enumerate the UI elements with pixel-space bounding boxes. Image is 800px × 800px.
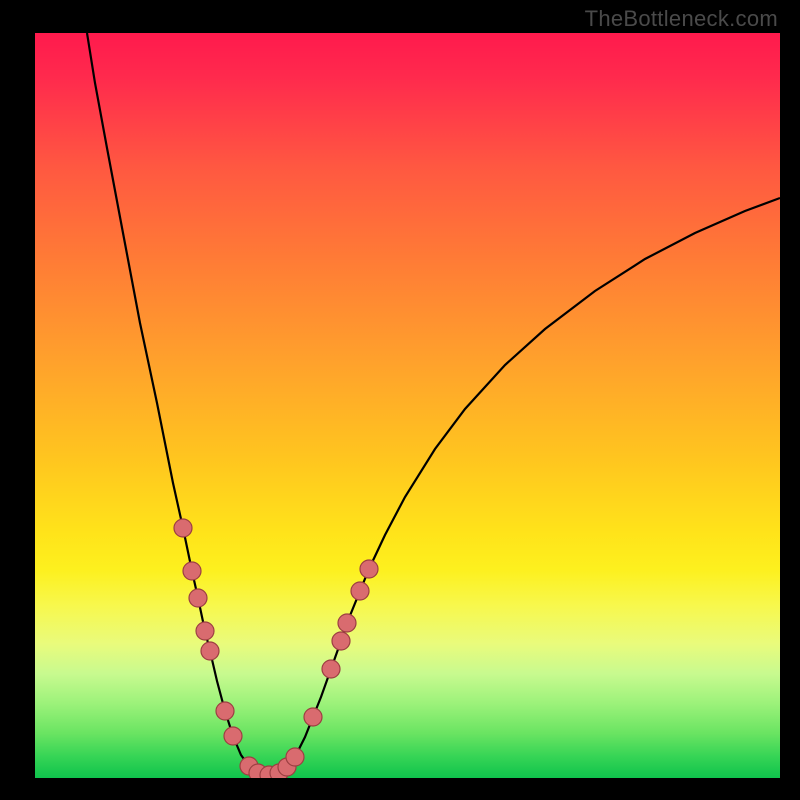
chart-container: TheBottleneck.com <box>0 0 800 800</box>
curve-marker <box>174 519 192 537</box>
curve-marker <box>183 562 201 580</box>
curve-marker <box>360 560 378 578</box>
curve-marker <box>338 614 356 632</box>
curve-layer <box>35 33 780 778</box>
curve-marker <box>189 589 207 607</box>
curve-marker <box>322 660 340 678</box>
curve-marker <box>286 748 304 766</box>
plot-area <box>35 33 780 778</box>
curve-marker <box>201 642 219 660</box>
watermark-label: TheBottleneck.com <box>585 6 778 32</box>
curve-marker <box>332 632 350 650</box>
bottleneck-curve <box>87 33 780 775</box>
curve-marker <box>216 702 234 720</box>
curve-marker <box>351 582 369 600</box>
curve-markers <box>174 519 378 778</box>
curve-marker <box>224 727 242 745</box>
curve-marker <box>196 622 214 640</box>
curve-marker <box>304 708 322 726</box>
